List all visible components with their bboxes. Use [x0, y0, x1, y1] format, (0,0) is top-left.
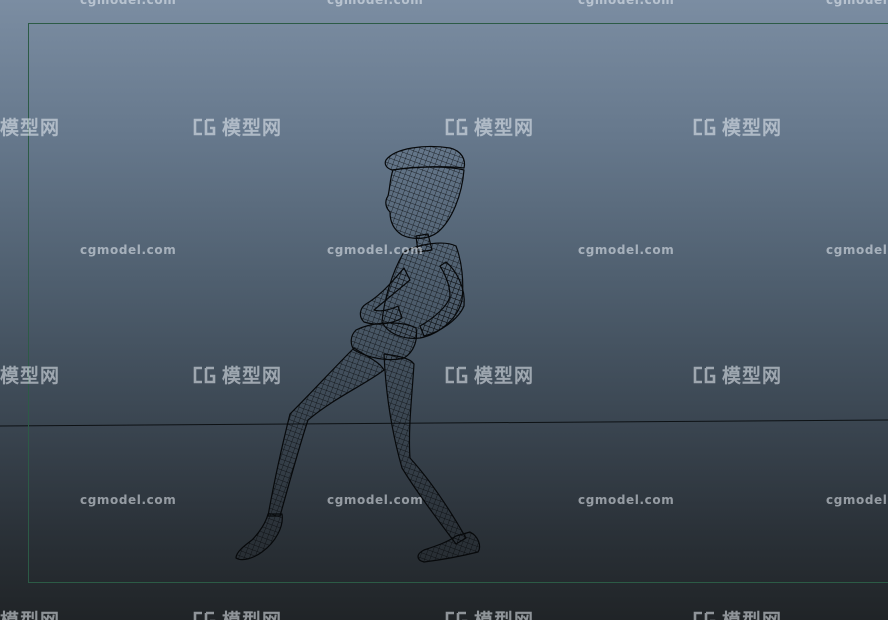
watermark-logo: 模型网 [192, 606, 282, 620]
watermark-url: cgmodel.com [826, 493, 888, 507]
cg-logo-icon [693, 118, 716, 135]
character-foot-back [235, 513, 283, 561]
cg-logo-icon [445, 611, 468, 620]
watermark-cn-text: 模型网 [722, 117, 783, 139]
watermark-logo: 模型网 [444, 361, 534, 388]
watermark-url: cgmodel.com [578, 493, 675, 507]
cg-logo-icon [693, 366, 716, 383]
watermark-logo: 模型网 [0, 361, 60, 388]
wireframe-character[interactable] [0, 0, 888, 620]
cg-logo-icon [693, 611, 716, 620]
watermark-cn-text: 模型网 [222, 117, 283, 139]
watermark-url: cgmodel.com [327, 493, 424, 507]
character-foot-front [417, 531, 481, 563]
watermark-cn-text: 模型网 [0, 117, 61, 139]
watermark-logo: 模型网 [444, 113, 534, 140]
watermark-logo: 模型网 [0, 113, 60, 140]
watermark-url: cgmodel.com [80, 243, 177, 257]
watermark-cn-text: 模型网 [474, 365, 535, 387]
watermark-cn-text: 模型网 [474, 606, 534, 620]
character-head [385, 166, 465, 239]
watermark-logo: 模型网 [444, 606, 534, 620]
watermark-url: cgmodel.com [578, 0, 675, 7]
watermark-cn-text: 模型网 [722, 606, 782, 620]
cg-logo-icon [445, 366, 468, 383]
watermark-url: cgmodel.com [826, 243, 888, 257]
watermark-url: cgmodel.com [80, 493, 177, 507]
watermark-cn-text: 模型网 [474, 117, 535, 139]
watermark-url: cgmodel.com [826, 0, 888, 7]
watermark-url: cgmodel.com [578, 243, 675, 257]
watermark-logo: 模型网 [192, 361, 282, 388]
character-leg-back [267, 347, 385, 517]
watermark-url: cgmodel.com [80, 0, 177, 7]
cg-logo-icon [445, 118, 468, 135]
watermark-cn-text: 模型网 [722, 365, 783, 387]
cg-logo-icon [193, 611, 216, 620]
watermark-cn-text: 模型网 [222, 365, 283, 387]
watermark-logo: 模型网 [692, 113, 782, 140]
watermark-logo: 模型网 [0, 606, 60, 620]
watermark-cn-text: 模型网 [0, 365, 61, 387]
watermark-url: cgmodel.com [327, 0, 424, 7]
watermark-logo: 模型网 [692, 606, 782, 620]
viewport-panel[interactable]: cgmodel.com cgmodel.com cgmodel.com cgmo… [0, 0, 888, 620]
watermark-cn-text: 模型网 [0, 606, 60, 620]
watermark-logo: 模型网 [192, 113, 282, 140]
cg-logo-icon [193, 366, 216, 383]
watermark-url: cgmodel.com [327, 243, 424, 257]
cg-logo-icon [193, 118, 216, 135]
watermark-cn-text: 模型网 [222, 606, 282, 620]
watermark-logo: 模型网 [692, 361, 782, 388]
